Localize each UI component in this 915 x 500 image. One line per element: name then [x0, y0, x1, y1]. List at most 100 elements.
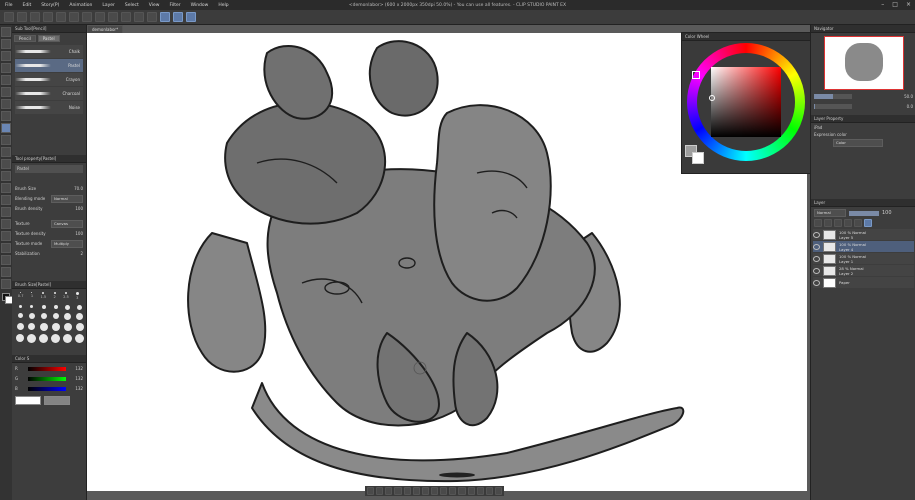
operation-tool-icon[interactable]: [1, 51, 11, 61]
brush-size-dot[interactable]: [28, 323, 35, 330]
mask-icon[interactable]: [854, 219, 862, 227]
fill-icon[interactable]: [82, 12, 92, 22]
saturation-value-square[interactable]: [711, 67, 781, 137]
deselect-icon[interactable]: [108, 12, 118, 22]
brush-size-dot[interactable]: [64, 313, 71, 320]
menu-edit[interactable]: Edit: [18, 3, 37, 8]
more-icon[interactable]: [494, 487, 503, 495]
green-slider[interactable]: [27, 376, 66, 381]
brush-size-dot[interactable]: [18, 305, 22, 308]
minimize-icon[interactable]: –: [881, 1, 884, 8]
prop-stabilization[interactable]: Stabilization 2: [15, 249, 83, 258]
brush-size-dot[interactable]: [76, 313, 83, 320]
eyedropper-tool-icon[interactable]: [1, 99, 11, 109]
brush-item[interactable]: Pastel: [15, 59, 83, 72]
close-icon[interactable]: ×: [906, 1, 911, 8]
brush-size-dot[interactable]: [40, 313, 47, 319]
brush-size-dot[interactable]: [63, 334, 72, 343]
balloon-tool-icon[interactable]: [1, 267, 11, 277]
clear-icon[interactable]: [69, 12, 79, 22]
airbrush-tool-icon[interactable]: [1, 147, 11, 157]
brush-size-option[interactable]: 2: [50, 292, 59, 300]
ruler-layer-icon[interactable]: [864, 219, 872, 227]
previous-color-swatch[interactable]: [44, 396, 70, 405]
brush-item[interactable]: Noise: [15, 101, 83, 114]
snap-special-icon[interactable]: [186, 12, 196, 22]
zoom-slider[interactable]: [814, 94, 852, 99]
brush-size-dot[interactable]: [16, 323, 24, 330]
eraser-tool-icon[interactable]: [1, 171, 11, 181]
clip-icon[interactable]: [814, 219, 822, 227]
fit-icon[interactable]: [385, 487, 393, 495]
menu-filter[interactable]: Filter: [164, 3, 185, 8]
zoom-out-icon[interactable]: [367, 487, 375, 495]
frame-tool-icon[interactable]: [1, 231, 11, 241]
selection-tool-icon[interactable]: [1, 75, 11, 85]
brush-item[interactable]: Charcoal: [15, 87, 83, 100]
reset-rotation-icon[interactable]: [421, 487, 429, 495]
texture-mode-select[interactable]: Multiply: [51, 239, 83, 248]
brush-size-dot[interactable]: [30, 305, 33, 308]
brush-size-dot[interactable]: [53, 305, 58, 309]
auto-select-tool-icon[interactable]: [1, 87, 11, 97]
prop-brush-density[interactable]: Brush density 100: [15, 204, 83, 213]
ruler-icon[interactable]: [458, 487, 466, 495]
show-selection-icon[interactable]: [134, 12, 144, 22]
brush-size-dot[interactable]: [16, 334, 24, 342]
blue-slider[interactable]: [27, 386, 66, 391]
brush-size-option[interactable]: 1: [27, 292, 36, 300]
gradient-tool-icon[interactable]: [1, 207, 11, 217]
hue-ring[interactable]: [687, 43, 805, 161]
fill-tool-icon[interactable]: [1, 195, 11, 205]
pen-tool-icon[interactable]: [1, 111, 11, 121]
brush-size-dot[interactable]: [51, 334, 60, 343]
decoration-tool-icon[interactable]: [1, 159, 11, 169]
actual-size-icon[interactable]: [394, 487, 402, 495]
brush-size-dot[interactable]: [77, 305, 82, 310]
prop-brush-size[interactable]: Brush Size 70.0: [15, 184, 83, 193]
menu-window[interactable]: Window: [186, 3, 214, 8]
layer-row[interactable]: Paper: [813, 277, 914, 288]
snap-grid-icon[interactable]: [160, 12, 170, 22]
eye-icon[interactable]: [813, 255, 820, 262]
current-color-swatch[interactable]: [15, 396, 41, 405]
expression-color-select[interactable]: Color: [833, 139, 883, 147]
correct-line-tool-icon[interactable]: [1, 279, 11, 289]
reference-icon[interactable]: [824, 219, 832, 227]
ruler-tool-icon[interactable]: [1, 243, 11, 253]
prop-texture[interactable]: Texture Canvas: [15, 219, 83, 228]
pencil-tool-icon[interactable]: [1, 123, 11, 133]
new-icon[interactable]: [4, 12, 14, 22]
brush-size-dot[interactable]: [51, 323, 60, 331]
navigator-rotate-row[interactable]: 0.0: [814, 102, 913, 111]
brush-size-dot[interactable]: [75, 323, 84, 331]
guide-icon[interactable]: [467, 487, 475, 495]
brush-item[interactable]: Chalk: [15, 45, 83, 58]
layer-row[interactable]: 100 % Normal Layer 1: [813, 253, 914, 264]
tab-pencil[interactable]: Pencil: [14, 35, 36, 42]
eye-icon[interactable]: [813, 243, 820, 250]
prop-texture-mode[interactable]: Texture mode Multiply: [15, 239, 83, 248]
brush-size-dot[interactable]: [65, 305, 70, 310]
snap-icon[interactable]: [476, 487, 484, 495]
brush-size-option[interactable]: 0.7: [16, 292, 25, 300]
flip-horizontal-icon[interactable]: [430, 487, 439, 495]
layer-row[interactable]: 100 % Normal Layer 4: [813, 241, 914, 252]
lock-icon[interactable]: [834, 219, 842, 227]
brush-size-dot[interactable]: [17, 313, 23, 318]
green-slider-row[interactable]: G 132: [15, 374, 83, 383]
tab-pastel[interactable]: Pastel: [37, 35, 60, 42]
transform-icon[interactable]: [95, 12, 105, 22]
prop-blending-mode[interactable]: Blending mode Normal: [15, 194, 83, 203]
layer-opacity-slider[interactable]: [849, 210, 879, 216]
brush-size-dot[interactable]: [28, 313, 35, 319]
texture-select[interactable]: Canvas: [51, 219, 83, 228]
color-picker-marker[interactable]: [709, 95, 715, 101]
brush-size-dot[interactable]: [27, 334, 36, 343]
rotate-slider[interactable]: [814, 104, 852, 109]
hue-marker[interactable]: [692, 71, 700, 79]
brush-size-option[interactable]: 1.5: [39, 292, 48, 300]
flip-vertical-icon[interactable]: [440, 487, 448, 495]
prop-texture-density[interactable]: Texture density 100: [15, 229, 83, 238]
eye-icon[interactable]: [813, 267, 820, 274]
